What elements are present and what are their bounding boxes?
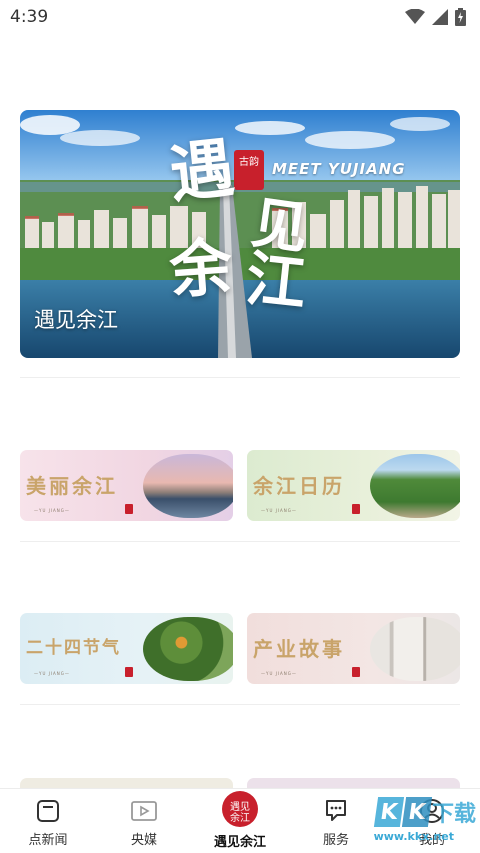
seal-icon xyxy=(352,504,360,514)
card-title: 产业故事 xyxy=(253,637,345,661)
watermark-letter: K xyxy=(373,797,405,827)
status-bar: 4:39 xyxy=(0,0,480,34)
divider xyxy=(20,377,460,378)
card-title: 美丽余江 xyxy=(26,474,118,498)
card-subtitle: —YU JIANG— xyxy=(34,508,70,513)
hero-calligraphy-4: 江 xyxy=(242,244,310,320)
service-chat-icon xyxy=(322,797,350,825)
hero-seal-badge: 古韵 xyxy=(234,150,264,190)
card-beautiful-yujiang[interactable]: 美丽余江 —YU JIANG— xyxy=(20,450,233,521)
hero-banner[interactable]: 古韵 MEET YUJIANG 遇 见 余 江 遇见余江 xyxy=(20,110,460,358)
video-icon xyxy=(130,797,158,825)
hero-english-title: MEET YUJIANG xyxy=(272,160,406,178)
battery-charging-icon xyxy=(455,8,466,26)
nav-item-news[interactable]: 点新闻 xyxy=(0,789,96,853)
nav-label: 遇见余江 xyxy=(213,835,266,850)
nav-item-service[interactable]: 服务 xyxy=(288,789,384,853)
seal-icon xyxy=(352,667,360,677)
nav-item-meet-yujiang[interactable]: 遇见余江 遇见余江 xyxy=(192,789,288,853)
seal-icon xyxy=(125,504,133,514)
card-industry-stories[interactable]: 产业故事 —YU JIANG— xyxy=(247,613,460,684)
nav-label: 央媒 xyxy=(130,833,157,848)
card-photo xyxy=(370,454,460,518)
hero-label: 遇见余江 xyxy=(34,308,118,332)
news-icon xyxy=(34,797,62,825)
seal-icon xyxy=(125,667,133,677)
card-subtitle: —YU JIANG— xyxy=(261,508,297,513)
watermark-url: www.kkx.net xyxy=(373,830,454,843)
card-yujiang-calendar[interactable]: 余江日历 —YU JIANG— xyxy=(247,450,460,521)
divider xyxy=(20,541,460,542)
signal-icon xyxy=(432,9,448,25)
watermark-letter: K xyxy=(401,797,433,827)
card-photo xyxy=(370,617,460,681)
card-title: 二十四节气 xyxy=(26,638,121,658)
card-subtitle: —YU JIANG— xyxy=(261,671,297,676)
nav-label: 点新闻 xyxy=(28,833,68,848)
watermark-text: 下载 xyxy=(431,802,476,827)
card-subtitle: —YU JIANG— xyxy=(34,671,70,676)
card-photo xyxy=(143,454,233,518)
divider xyxy=(20,704,460,705)
status-icons xyxy=(405,8,466,26)
card-24-solar-terms[interactable]: 二十四节气 —YU JIANG— xyxy=(20,613,233,684)
card-title: 余江日历 xyxy=(253,474,345,498)
logo-text: 遇见余江 xyxy=(230,801,250,824)
meet-yujiang-logo-icon: 遇见余江 xyxy=(222,791,258,827)
nav-item-central-media[interactable]: 央媒 xyxy=(96,789,192,853)
watermark-logo: K K 下载 xyxy=(373,796,476,828)
hero-calligraphy-1: 遇 xyxy=(166,130,238,213)
wifi-icon xyxy=(405,9,425,25)
hero-calligraphy-3: 余 xyxy=(167,229,235,308)
card-photo xyxy=(143,617,233,681)
status-time: 4:39 xyxy=(10,7,49,27)
nav-label: 服务 xyxy=(322,833,349,848)
